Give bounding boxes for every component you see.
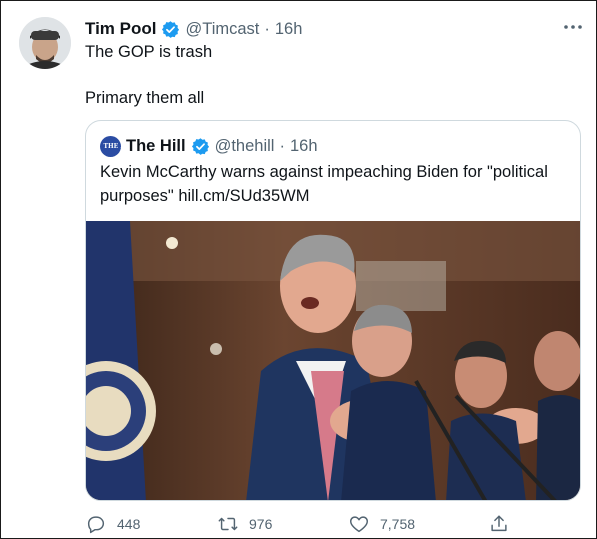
tweet-text-line-1: The GOP is trash	[85, 43, 213, 61]
quoted-text-prefix: purposes"	[100, 187, 179, 205]
author-name[interactable]: Tim Pool	[85, 19, 156, 39]
tweet-card: Tim Pool @Timcast · 16h The GOP is trash…	[0, 0, 597, 539]
share-button[interactable]	[488, 511, 510, 537]
reply-button[interactable]: 448	[85, 511, 140, 537]
author-handle[interactable]: @Timcast	[185, 20, 259, 39]
retweet-button[interactable]: 976	[217, 511, 272, 537]
quoted-author-name: The Hill	[126, 136, 186, 155]
share-icon	[491, 515, 507, 532]
quoted-author-avatar: THE HILL	[100, 135, 138, 157]
separator-dot: ·	[279, 136, 285, 155]
reply-count: 448	[117, 516, 141, 532]
reply-icon	[87, 516, 105, 534]
retweet-icon	[218, 517, 238, 531]
quoted-author-handle: @thehill	[214, 136, 275, 155]
like-count: 7,758	[380, 516, 416, 532]
quoted-photo[interactable]	[86, 221, 580, 500]
avatar-photo	[19, 17, 71, 69]
heart-icon	[350, 516, 368, 533]
quoted-tweet-header: THE HILL The Hill @thehill · 16h	[100, 135, 318, 157]
author-avatar[interactable]	[19, 17, 71, 69]
verified-badge-icon	[161, 20, 180, 39]
verified-badge-icon	[191, 137, 210, 156]
quoted-timestamp: 16h	[289, 136, 318, 155]
separator-dot: ·	[264, 19, 270, 38]
retweet-count: 976	[249, 516, 273, 532]
tweet-timestamp[interactable]: 16h	[275, 20, 303, 39]
tweet-text-line-2: Primary them all	[85, 89, 205, 107]
tweet-actions: 448 976 7,758	[85, 511, 515, 537]
like-button[interactable]: 7,758	[348, 511, 415, 537]
quoted-avatar-logo-text: THE HILL	[103, 142, 138, 150]
quoted-text-line-2: purposes" hill.cm/SUd35WM	[100, 187, 309, 206]
quoted-text-line-1: Kevin McCarthy warns against impeaching …	[100, 163, 548, 181]
more-icon[interactable]	[561, 17, 585, 37]
quoted-link[interactable]: hill.cm/SUd35WM	[178, 187, 309, 205]
quoted-tweet[interactable]: THE HILL The Hill @thehill · 16h Kevin M…	[85, 120, 581, 501]
tweet-header: Tim Pool @Timcast · 16h	[85, 18, 302, 40]
